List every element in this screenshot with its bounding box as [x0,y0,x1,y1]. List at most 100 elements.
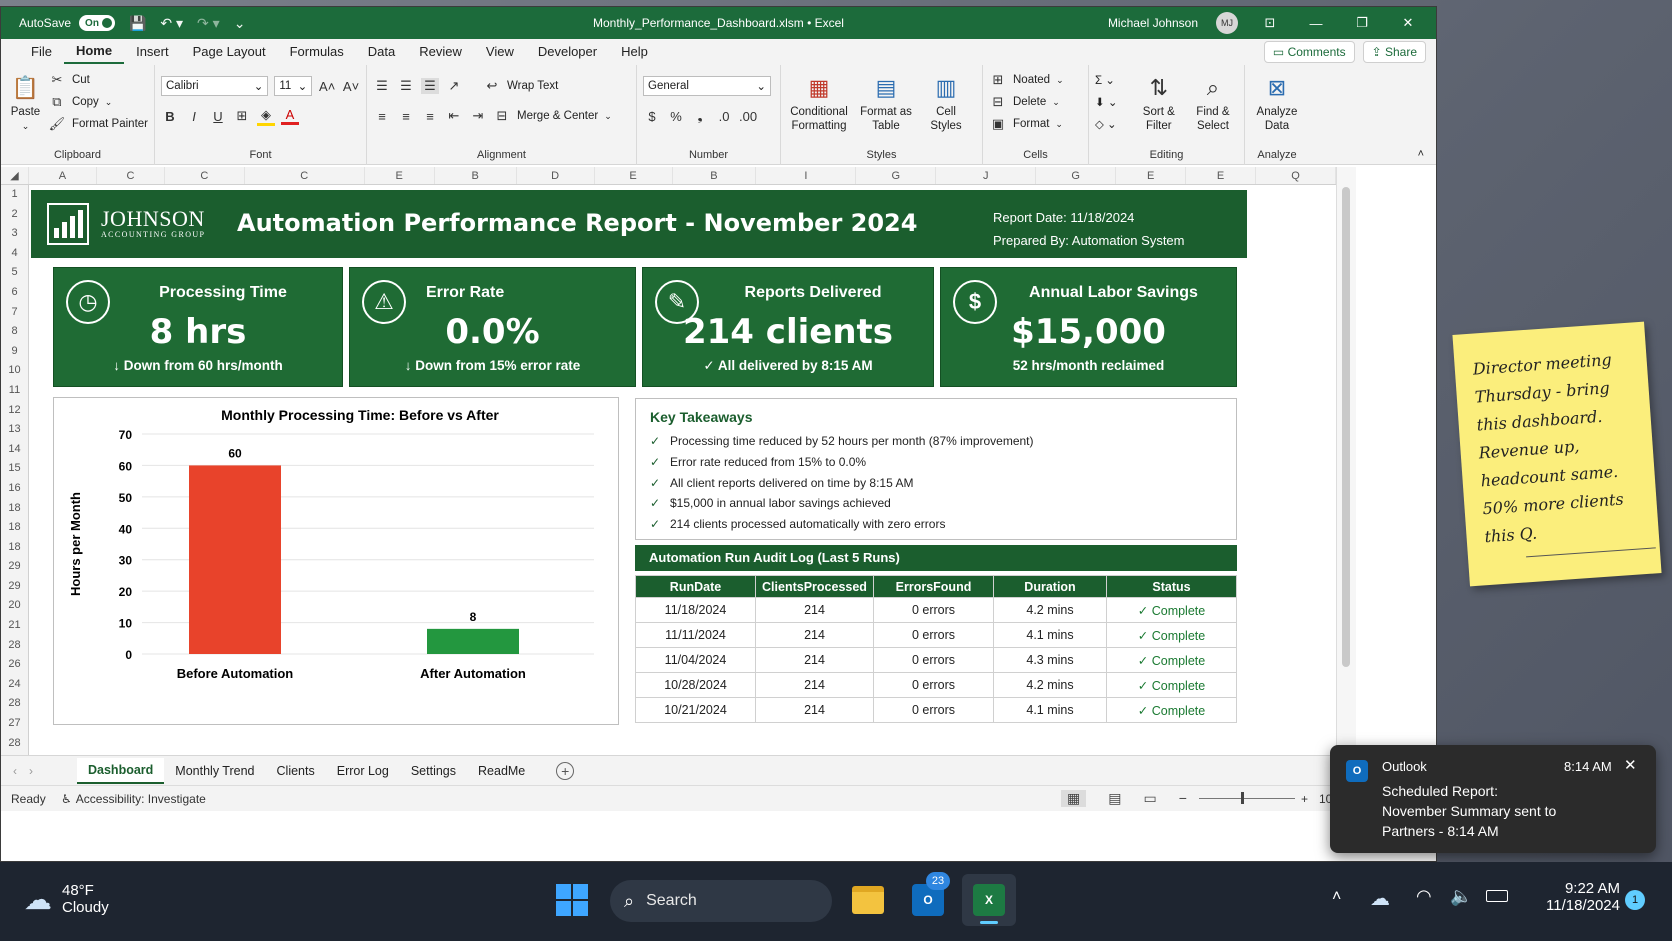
column-header[interactable]: E [365,167,435,184]
vertical-scrollbar[interactable] [1336,167,1356,755]
status-cell[interactable]: ✓ Complete [1106,672,1237,698]
clock[interactable]: 9:22 AM 11/18/2024 [1516,880,1620,914]
column-header-duration[interactable]: Duration [993,575,1107,598]
row-header[interactable]: 24 [1,675,28,695]
align-top-icon[interactable]: ☰ [373,78,391,94]
wifi-icon[interactable]: ◠ [1416,886,1432,907]
tab-page-layout[interactable]: Page Layout [181,39,278,65]
minimize-icon[interactable]: — [1302,16,1330,31]
row-header[interactable]: 21 [1,616,28,636]
cell[interactable]: 214 [755,697,874,723]
wrap-text-icon[interactable]: ↩ [483,78,501,94]
restore-icon[interactable]: ❐ [1348,15,1376,31]
status-cell[interactable]: ✓ Complete [1106,647,1237,673]
sheet-tab-settings[interactable]: Settings [400,757,467,785]
analyze-data-button[interactable]: ⊠ Analyze Data [1251,69,1303,133]
row-header[interactable]: 28 [1,734,28,754]
row-header[interactable]: 4 [1,244,28,264]
row-header[interactable]: 7 [1,303,28,323]
cell[interactable]: 10/28/2024 [635,672,756,698]
battery-icon[interactable] [1486,890,1508,902]
row-header[interactable]: 3 [1,224,28,244]
column-header[interactable]: C [97,167,165,184]
tab-file[interactable]: File [19,39,64,65]
cell[interactable]: 214 [755,622,874,648]
underline-icon[interactable]: U [209,109,227,124]
column-header-status[interactable]: Status [1106,575,1237,598]
row-header[interactable]: 1 [1,185,28,205]
zoom-slider[interactable] [1199,798,1295,799]
tab-formulas[interactable]: Formulas [278,39,356,65]
format-painter-button[interactable]: 🖌 Format Painter [48,113,148,135]
zoom-in-icon[interactable]: + [1301,792,1308,806]
volume-icon[interactable]: 🔈 [1450,886,1472,907]
delete-button[interactable]: ⊟ Delete ⌄ [989,91,1082,113]
search-box[interactable]: ⌕ Search [610,880,832,922]
cell[interactable]: 11/18/2024 [635,597,756,623]
row-header[interactable]: 18 [1,499,28,519]
align-center-icon[interactable]: ≡ [397,109,415,124]
cell[interactable]: 4.2 mins [993,597,1107,623]
close-icon[interactable]: ✕ [1624,756,1637,774]
sheet-tab-dashboard[interactable]: Dashboard [77,757,165,784]
align-middle-icon[interactable]: ☰ [397,78,415,94]
wrap-text-button[interactable]: Wrap Text [507,80,558,92]
borders-icon[interactable]: ⊞ [233,108,251,124]
add-sheet-icon[interactable]: + [556,761,575,780]
column-header-clients[interactable]: ClientsProcessed [755,575,874,598]
scroll-thumb[interactable] [1342,187,1350,667]
number-format-select[interactable]: General ⌄ [643,76,771,96]
row-header[interactable]: 16 [1,479,28,499]
row-header[interactable]: 28 [1,636,28,656]
column-header[interactable]: C [165,167,245,184]
save-icon[interactable]: 💾 [129,15,146,32]
comments-button[interactable]: ▭ Comments [1263,41,1355,63]
row-header[interactable]: 14 [1,440,28,460]
cell[interactable]: 0 errors [873,672,994,698]
tab-developer[interactable]: Developer [526,39,609,65]
column-header[interactable]: J [936,167,1037,184]
bar[interactable] [189,465,281,654]
row-header[interactable]: 29 [1,557,28,577]
zoom-out-icon[interactable]: − [1179,790,1187,807]
column-header[interactable]: E [1116,167,1187,184]
customize-qat-icon[interactable]: ⌄ [234,15,246,32]
start-button[interactable] [556,884,588,916]
cell[interactable]: 4.2 mins [993,672,1107,698]
row-header[interactable]: 6 [1,283,28,303]
font-size-select[interactable]: 11 ⌄ [274,76,313,96]
row-header[interactable]: 12 [1,401,28,421]
sheet-tab-monthly-trend[interactable]: Monthly Trend [164,757,265,785]
comma-icon[interactable]: ❟ [691,108,709,124]
font-color-icon[interactable]: A [281,107,299,125]
file-explorer-icon[interactable] [852,886,884,914]
scroll-left-icon[interactable]: ‹ [1,764,29,778]
row-header[interactable]: 15 [1,459,28,479]
clear-icon[interactable]: ◇ ⌄ [1095,113,1130,135]
align-left-icon[interactable]: ≡ [373,109,391,124]
tab-insert[interactable]: Insert [124,39,181,65]
redo-icon[interactable]: ↷ ▾ [197,15,220,32]
row-header[interactable]: 18 [1,538,28,558]
excel-taskbar-icon[interactable]: X [962,874,1016,926]
bold-icon[interactable]: B [161,109,179,124]
tab-view[interactable]: View [474,39,526,65]
column-header[interactable]: D [517,167,595,184]
decrease-decimal-icon[interactable]: .00 [739,109,757,124]
chevron-up-icon[interactable]: ˄ [1332,888,1341,906]
accessibility-status[interactable]: Accessibility: Investigate [76,792,206,806]
cell[interactable]: 214 [755,597,874,623]
weather-widget[interactable]: ☁ 48°F Cloudy [24,882,109,916]
cell[interactable]: 0 errors [873,647,994,673]
merge-center-button[interactable]: Merge & Center [517,110,598,122]
row-header[interactable]: 27 [1,714,28,734]
page-layout-view-icon[interactable]: ▤ [1108,790,1121,807]
column-header[interactable]: B [673,167,757,184]
undo-icon[interactable]: ↶ ▾ [160,15,183,32]
cell[interactable]: 214 [755,647,874,673]
sheet-tab-clients[interactable]: Clients [266,757,326,785]
cell[interactable]: 0 errors [873,622,994,648]
column-header[interactable]: G [856,167,937,184]
increase-decimal-icon[interactable]: .0 [715,109,733,124]
cell[interactable]: 0 errors [873,597,994,623]
